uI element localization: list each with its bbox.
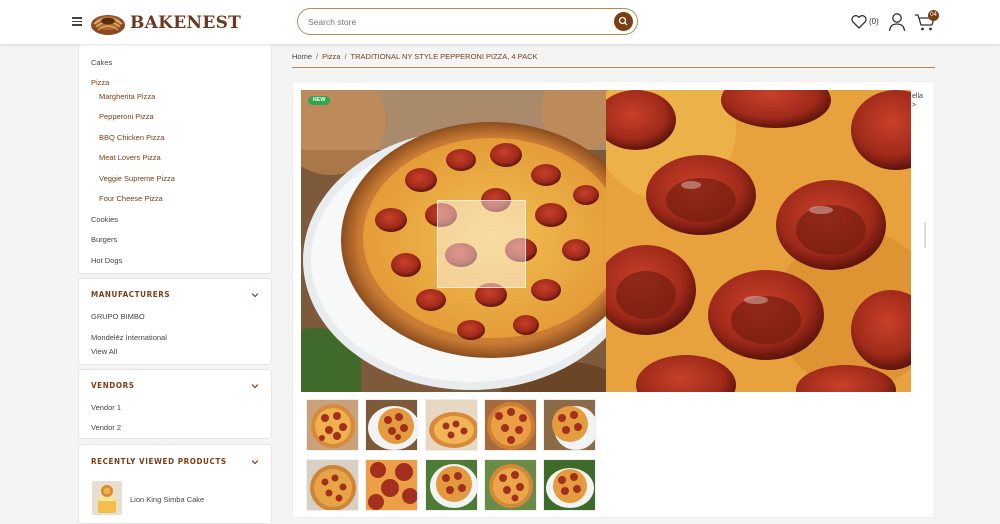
- categories-block: Cakes Pizza Margherita Pizza Pepperoni P…: [78, 44, 272, 274]
- subcategory-meat-lovers-pizza[interactable]: Meat Lovers Pizza: [99, 153, 161, 162]
- subcategory-bbq-chicken-pizza[interactable]: BBQ Chicken Pizza: [99, 133, 164, 142]
- zoom-preview: [606, 90, 911, 392]
- recent-product-image[interactable]: [92, 481, 122, 515]
- product-gallery-panel: NEW ella >: [292, 81, 935, 518]
- manufacturer-grupo-bimbo[interactable]: GRUPO BIMBO: [91, 312, 145, 321]
- thumbnail-image[interactable]: [543, 459, 596, 511]
- site-header: BAKENEST (0) 04: [0, 0, 1000, 44]
- thumbnail-image[interactable]: [484, 399, 537, 451]
- breadcrumb-current: TRADITIONAL NY STYLE PEPPERONI PIZZA, 4 …: [350, 52, 538, 61]
- thumbnail-image[interactable]: [484, 459, 537, 511]
- thumbnail-image[interactable]: [365, 459, 418, 511]
- chevron-down-icon[interactable]: [251, 383, 259, 389]
- vendor-1[interactable]: Vendor 1: [91, 403, 121, 412]
- zoom-lens[interactable]: [437, 200, 526, 288]
- logo[interactable]: BAKENEST: [88, 8, 241, 38]
- subcategory-four-cheese-pizza[interactable]: Four Cheese Pizza: [99, 194, 163, 203]
- subcategory-pepperoni-pizza[interactable]: Pepperoni Pizza: [99, 112, 154, 121]
- product-name-peek: ella >: [912, 93, 923, 109]
- vendors-block: VENDORS Vendor 1 Vendor 2: [78, 369, 272, 439]
- breadcrumb-home[interactable]: Home: [292, 52, 312, 61]
- brand-name: BAKENEST: [130, 13, 242, 33]
- manufacturer-mondelez[interactable]: Mondelēz International: [91, 333, 167, 342]
- thumbnail-image[interactable]: [425, 459, 478, 511]
- search-button[interactable]: [614, 12, 633, 31]
- panel-scroll-indicator: [924, 222, 926, 248]
- chevron-down-icon[interactable]: [251, 459, 259, 465]
- wishlist-link[interactable]: (0): [850, 14, 886, 32]
- breadcrumb-divider: [292, 67, 935, 68]
- category-burgers[interactable]: Burgers: [91, 235, 117, 244]
- vendor-2[interactable]: Vendor 2: [91, 423, 121, 432]
- category-hot-dogs[interactable]: Hot Dogs: [91, 256, 122, 265]
- thumbnail-image[interactable]: [306, 399, 359, 451]
- breadcrumb-separator: /: [344, 52, 347, 61]
- category-pizza[interactable]: Pizza: [91, 78, 109, 87]
- search-icon: [618, 16, 628, 26]
- sidebar: Cakes Pizza Margherita Pizza Pepperoni P…: [74, 44, 274, 524]
- breadcrumb-separator: /: [316, 52, 319, 61]
- cart-count-badge: 04: [928, 10, 939, 21]
- heart-icon: [851, 15, 867, 29]
- manufacturers-block: MANUFACTURERS GRUPO BIMBO Mondelēz Inter…: [78, 278, 272, 365]
- wishlist-count: (0): [869, 17, 879, 26]
- subcategory-margherita-pizza[interactable]: Margherita Pizza: [99, 92, 155, 101]
- manufacturers-title[interactable]: MANUFACTURERS: [91, 290, 170, 299]
- user-icon[interactable]: [888, 12, 906, 32]
- manufacturers-view-all[interactable]: View All: [91, 347, 117, 356]
- recent-product-link[interactable]: Lion King Simba Cake: [130, 495, 204, 504]
- thumbnail-image[interactable]: [365, 399, 418, 451]
- recently-viewed-title[interactable]: RECENTLY VIEWED PRODUCTS: [91, 457, 227, 466]
- category-cookies[interactable]: Cookies: [91, 215, 118, 224]
- chevron-down-icon[interactable]: [251, 292, 259, 298]
- product-main: Home / Pizza / TRADITIONAL NY STYLE PEPPERON…: [292, 44, 935, 518]
- vendors-title[interactable]: VENDORS: [91, 381, 135, 390]
- search-bar: [297, 8, 638, 35]
- breadcrumb: Home / Pizza / TRADITIONAL NY STYLE PEPPERON…: [292, 52, 538, 61]
- search-input[interactable]: [308, 14, 608, 30]
- new-badge: NEW: [308, 96, 330, 105]
- thumbnail-image[interactable]: [425, 399, 478, 451]
- recently-viewed-block: RECENTLY VIEWED PRODUCTS Lion King Simba…: [78, 444, 272, 524]
- category-cakes[interactable]: Cakes: [91, 58, 112, 67]
- nest-logo-icon: [91, 15, 125, 35]
- subcategory-veggie-supreme-pizza[interactable]: Veggie Supreme Pizza: [99, 174, 175, 183]
- thumbnail-image[interactable]: [543, 399, 596, 451]
- main-product-image[interactable]: NEW: [301, 90, 606, 392]
- thumbnail-image[interactable]: [306, 459, 359, 511]
- breadcrumb-category[interactable]: Pizza: [322, 52, 340, 61]
- hamburger-icon[interactable]: [72, 17, 82, 26]
